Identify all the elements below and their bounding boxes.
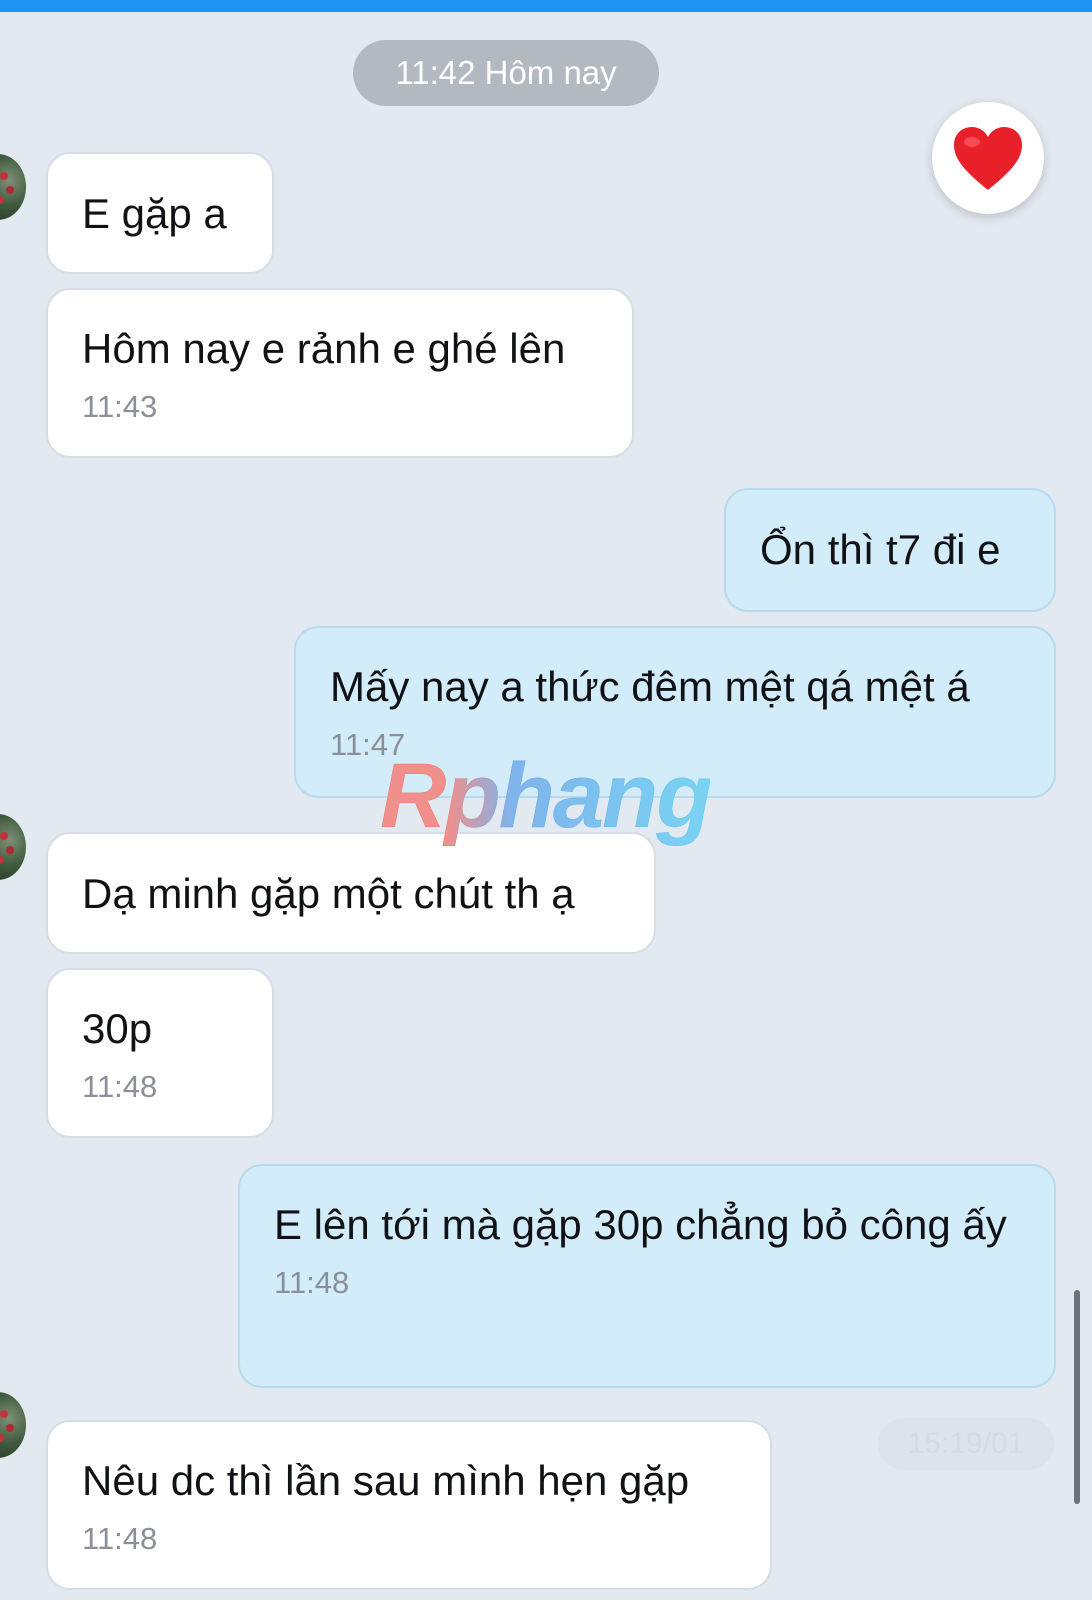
message-text: Hôm nay e rảnh e ghé lên xyxy=(82,325,566,372)
message-text: Mấy nay a thức đêm mệt qá mệt á xyxy=(330,663,970,710)
message-bubble-received[interactable]: Dạ minh gặp một chút th ạ xyxy=(46,832,656,954)
avatar[interactable] xyxy=(0,814,26,880)
message-time: 11:48 xyxy=(274,1265,350,1300)
message-text: E lên tới mà gặp 30p chẳng bỏ công ấy xyxy=(274,1201,1007,1248)
message-text: Nêu dc thì lần sau mình hẹn gặp xyxy=(82,1457,690,1504)
heart-icon xyxy=(954,127,1022,190)
message-bubble-received[interactable]: 30p 11:48 xyxy=(46,968,274,1138)
message-bubble-received[interactable]: Hôm nay e rảnh e ghé lên 11:43 xyxy=(46,288,634,458)
message-bubble-received[interactable]: E gặp a xyxy=(46,152,274,274)
message-text: E gặp a xyxy=(82,190,227,237)
message-time: 11:48 xyxy=(82,1521,158,1556)
message-bubble-sent[interactable]: Ổn thì t7 đi e xyxy=(724,488,1056,612)
avatar[interactable] xyxy=(0,154,26,220)
message-text: Ổn thì t7 đi e xyxy=(760,526,1001,573)
avatar[interactable] xyxy=(0,1392,26,1458)
message-bubble-sent[interactable]: E lên tới mà gặp 30p chẳng bỏ công ấy 11… xyxy=(238,1164,1056,1388)
date-separator: 11:42 Hôm nay xyxy=(353,40,659,106)
message-text: Dạ minh gặp một chút th ạ xyxy=(82,870,575,917)
watermark-logo: Rphang xyxy=(380,745,712,847)
message-text: 30p xyxy=(82,1005,153,1052)
scroll-date-indicator: 15:19/01 xyxy=(878,1418,1054,1470)
reaction-button[interactable] xyxy=(932,102,1044,214)
scrollbar[interactable] xyxy=(1074,1290,1080,1504)
message-time: 11:43 xyxy=(82,389,158,424)
top-accent-bar xyxy=(0,0,1092,12)
message-bubble-received[interactable]: Nêu dc thì lần sau mình hẹn gặp 11:48 xyxy=(46,1420,772,1590)
message-time: 11:48 xyxy=(82,1069,158,1104)
